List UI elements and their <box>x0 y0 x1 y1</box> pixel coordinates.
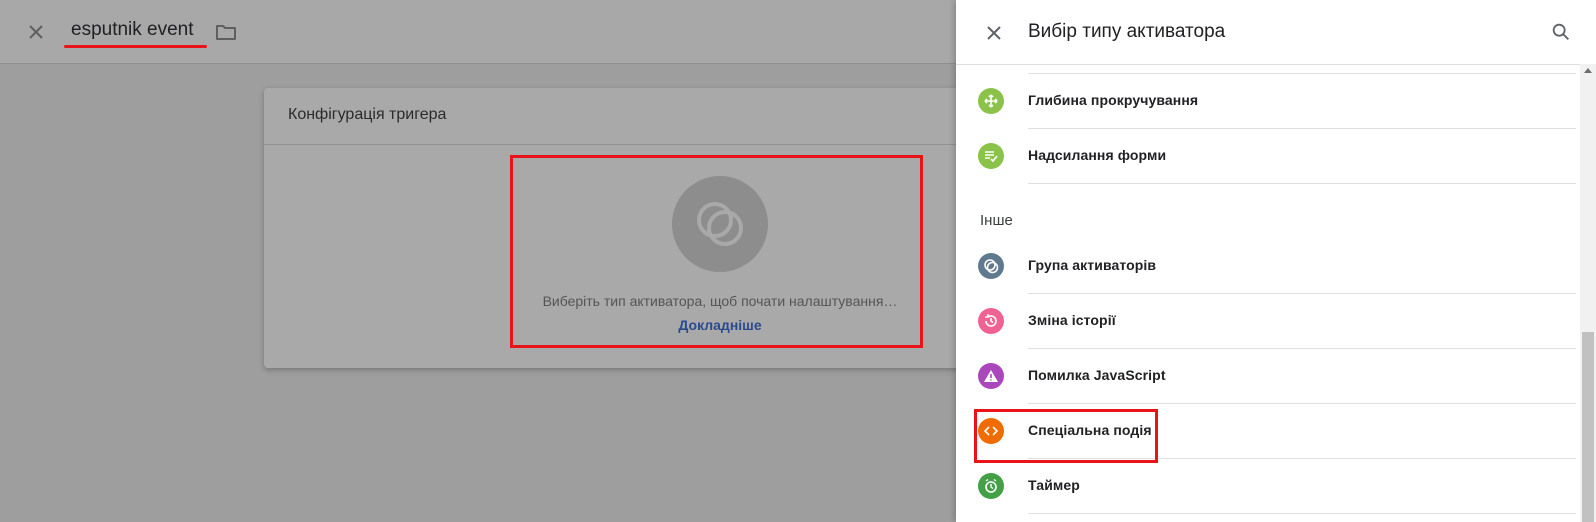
divider <box>1028 183 1576 184</box>
timer-icon <box>978 473 1004 499</box>
scrollbar[interactable] <box>1580 64 1596 522</box>
search-icon[interactable] <box>1550 21 1572 43</box>
highlight-box-placeholder <box>510 155 923 348</box>
list-item-label: Зміна історії <box>1028 312 1116 328</box>
list-item-label: Помилка JavaScript <box>1028 367 1166 383</box>
close-icon[interactable] <box>24 20 48 44</box>
list-item-label: Група активаторів <box>1028 257 1157 273</box>
panel-header: Вибір типу активатора <box>956 0 1596 65</box>
list-item-label: Надсилання форми <box>1028 147 1167 163</box>
highlight-box-custom-event <box>974 409 1158 463</box>
list-item-label: Таймер <box>1028 477 1080 493</box>
close-icon[interactable] <box>982 21 1006 45</box>
card-header: Конфігурація тригера <box>264 88 964 145</box>
list-item-timer[interactable]: Таймер <box>956 458 1576 514</box>
js-error-icon <box>978 363 1004 389</box>
list-item-history-change[interactable]: Зміна історії <box>956 293 1576 349</box>
scroll-depth-icon <box>978 88 1004 114</box>
list-item-trigger-group[interactable]: Група активаторів <box>956 238 1576 294</box>
list-item-label: Глибина прокручування <box>1028 92 1199 108</box>
card-title: Конфігурація тригера <box>288 106 447 123</box>
editor-topbar: esputnik event <box>0 0 956 64</box>
list-item-scroll-depth[interactable]: Глибина прокручування <box>956 73 1576 129</box>
divider <box>1028 513 1576 514</box>
history-change-icon <box>978 308 1004 334</box>
section-label-other: Інше <box>980 212 1013 229</box>
title-underline-annotation <box>64 45 207 48</box>
trigger-name[interactable]: esputnik event <box>71 19 194 41</box>
panel-title: Вибір типу активатора <box>1028 21 1226 42</box>
scroll-thumb[interactable] <box>1582 332 1594 522</box>
list-item-form-submit[interactable]: Надсилання форми <box>956 128 1576 184</box>
list-item-js-error[interactable]: Помилка JavaScript <box>956 348 1576 404</box>
folder-icon[interactable] <box>214 20 238 44</box>
form-submit-icon <box>978 143 1004 169</box>
trigger-group-icon <box>978 253 1004 279</box>
scroll-up-arrow-icon[interactable] <box>1584 68 1592 73</box>
